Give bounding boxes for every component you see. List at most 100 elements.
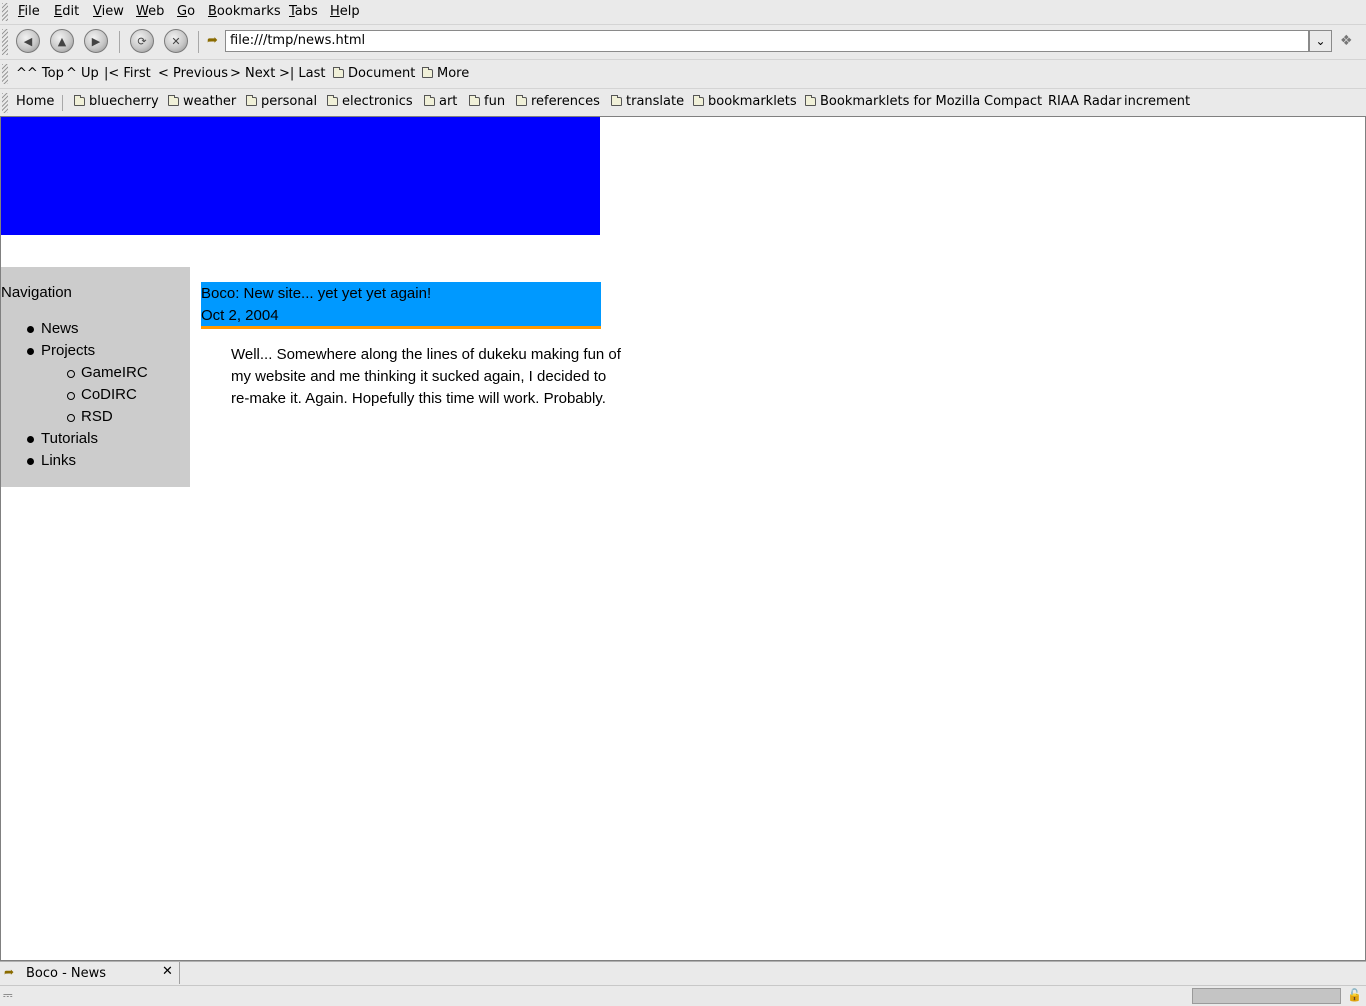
menubar: File Edit View Web Go Bookmarks Tabs Hel… (0, 0, 1366, 25)
news-post-date: Oct 2, 2004 (201, 307, 279, 324)
home-icon: ▲ (57, 34, 67, 48)
back-arrow-icon: ◀ (23, 34, 33, 48)
sitenav-last[interactable]: >| Last (279, 66, 325, 81)
navbar-grip[interactable] (2, 29, 8, 55)
bullet-icon (27, 348, 34, 355)
bookmark-compact[interactable]: Compact (984, 94, 1042, 109)
folder-icon (422, 67, 433, 78)
bookmark-riaa-radar[interactable]: RIAA Radar (1048, 94, 1121, 109)
nav-link-rsd[interactable]: RSD (81, 408, 113, 425)
nav-link-news[interactable]: News (41, 320, 79, 337)
forward-arrow-icon: ▶ (91, 34, 101, 48)
sitenav-grip[interactable] (2, 64, 8, 84)
forward-button[interactable]: ▶ (84, 29, 108, 53)
reload-icon: ⟳ (137, 34, 147, 48)
news-post-line: re-make it. Again. Hopefully this time w… (231, 390, 606, 407)
bookmark-folder-bookmarklets-for-mozilla[interactable]: Bookmarklets for Mozilla (805, 94, 980, 109)
throbber-icon: ❖ (1340, 33, 1353, 49)
folder-icon (693, 95, 704, 106)
nav-link-tutorials[interactable]: Tutorials (41, 430, 98, 447)
page-content: Navigation News Projects GameIRC CoDIRC … (0, 116, 1366, 961)
status-bar: ⎓ 🔓 (0, 985, 1366, 1006)
news-post-body: Well... Somewhere along the lines of duk… (231, 344, 651, 410)
nav-link-links[interactable]: Links (41, 452, 76, 469)
circle-bullet-icon (67, 370, 75, 378)
menu-tabs[interactable]: Tabs (289, 4, 318, 19)
site-banner (1, 117, 600, 235)
stop-icon: ✕ (171, 34, 181, 48)
bullet-icon (27, 436, 34, 443)
navigation-heading: Navigation (1, 284, 72, 301)
sitenav-next[interactable]: > Next (230, 66, 275, 81)
bookmark-folder-weather[interactable]: weather (168, 94, 236, 109)
stop-button[interactable]: ✕ (164, 29, 188, 53)
news-post-line: my website and me thinking it sucked aga… (231, 368, 607, 385)
personal-toolbar: Home bluecherry weather personal electro… (0, 89, 1366, 116)
folder-icon (805, 95, 816, 106)
news-post-title: Boco: New site... yet yet yet again! (201, 285, 432, 302)
menu-file[interactable]: File (18, 4, 40, 19)
menubar-grip[interactable] (2, 3, 8, 21)
bookmark-folder-fun[interactable]: fun (469, 94, 505, 109)
url-input[interactable]: file:///tmp/news.html (225, 30, 1309, 52)
back-button[interactable]: ◀ (16, 29, 40, 53)
sitenav-up[interactable]: ^ Up (66, 66, 99, 81)
url-history-dropdown[interactable]: ⌄ (1309, 30, 1332, 52)
sitenav-document[interactable]: Document (333, 66, 415, 81)
toolbar-separator (119, 31, 120, 53)
bullet-icon (27, 326, 34, 333)
bookmark-folder-electronics[interactable]: electronics (327, 94, 413, 109)
menu-web[interactable]: Web (136, 4, 164, 19)
bookmark-folder-personal[interactable]: personal (246, 94, 317, 109)
close-tab-icon[interactable]: ✕ (162, 964, 173, 979)
folder-icon (74, 95, 85, 106)
nav-link-projects[interactable]: Projects (41, 342, 95, 359)
bullet-icon (27, 458, 34, 465)
sitenav-more[interactable]: More (422, 66, 469, 81)
home-button[interactable]: ▲ (50, 29, 74, 53)
nav-link-gameirc[interactable]: GameIRC (81, 364, 148, 381)
sitenav-top[interactable]: ^^ Top (16, 66, 64, 81)
security-lock-icon[interactable]: 🔓 (1347, 988, 1362, 1002)
toolbar-separator (198, 31, 199, 53)
site-navigation-panel: Navigation News Projects GameIRC CoDIRC … (1, 267, 190, 487)
site-navigation-bar: ^^ Top ^ Up |< First < Previous > Next >… (0, 60, 1366, 89)
tab-label: Boco - News (26, 966, 107, 981)
menu-view[interactable]: View (93, 4, 124, 19)
chevron-down-icon: ⌄ (1315, 34, 1326, 48)
folder-icon (246, 95, 257, 106)
circle-bullet-icon (67, 392, 75, 400)
offline-toggle-icon[interactable]: ⎓ (3, 988, 13, 1003)
tab-bar: ➦ Boco - News ✕ (0, 961, 1366, 985)
bookmark-home[interactable]: Home (16, 94, 54, 109)
menu-help[interactable]: Help (330, 4, 360, 19)
folder-icon (424, 95, 435, 106)
reload-button[interactable]: ⟳ (130, 29, 154, 53)
bookmark-folder-bluecherry[interactable]: bluecherry (74, 94, 159, 109)
folder-icon (469, 95, 480, 106)
bookmark-folder-translate[interactable]: translate (611, 94, 684, 109)
bookmark-increment[interactable]: increment (1124, 94, 1190, 109)
menu-bookmarks[interactable]: Bookmarks (208, 4, 281, 19)
bookmark-folder-art[interactable]: art (424, 94, 457, 109)
bookmark-folder-bookmarklets[interactable]: bookmarklets (693, 94, 797, 109)
nav-link-codirc[interactable]: CoDIRC (81, 386, 137, 403)
circle-bullet-icon (67, 414, 75, 422)
sitenav-previous[interactable]: < Previous (158, 66, 228, 81)
progress-meter (1192, 988, 1341, 1004)
folder-icon (327, 95, 338, 106)
news-post-header: Boco: New site... yet yet yet again! Oct… (201, 282, 601, 329)
toolbar-separator (62, 95, 63, 111)
menu-go[interactable]: Go (177, 4, 195, 19)
personal-toolbar-grip[interactable] (2, 93, 8, 113)
folder-icon (516, 95, 527, 106)
page-proxy-icon[interactable]: ➦ (207, 33, 218, 48)
tab-boco-news[interactable]: ➦ Boco - News ✕ (0, 962, 180, 984)
page-favicon-icon: ➦ (4, 965, 15, 979)
url-text: file:///tmp/news.html (230, 33, 366, 48)
news-post-line: Well... Somewhere along the lines of duk… (231, 346, 621, 363)
folder-icon (333, 67, 344, 78)
sitenav-first[interactable]: |< First (104, 66, 151, 81)
menu-edit[interactable]: Edit (54, 4, 79, 19)
bookmark-folder-references[interactable]: references (516, 94, 600, 109)
